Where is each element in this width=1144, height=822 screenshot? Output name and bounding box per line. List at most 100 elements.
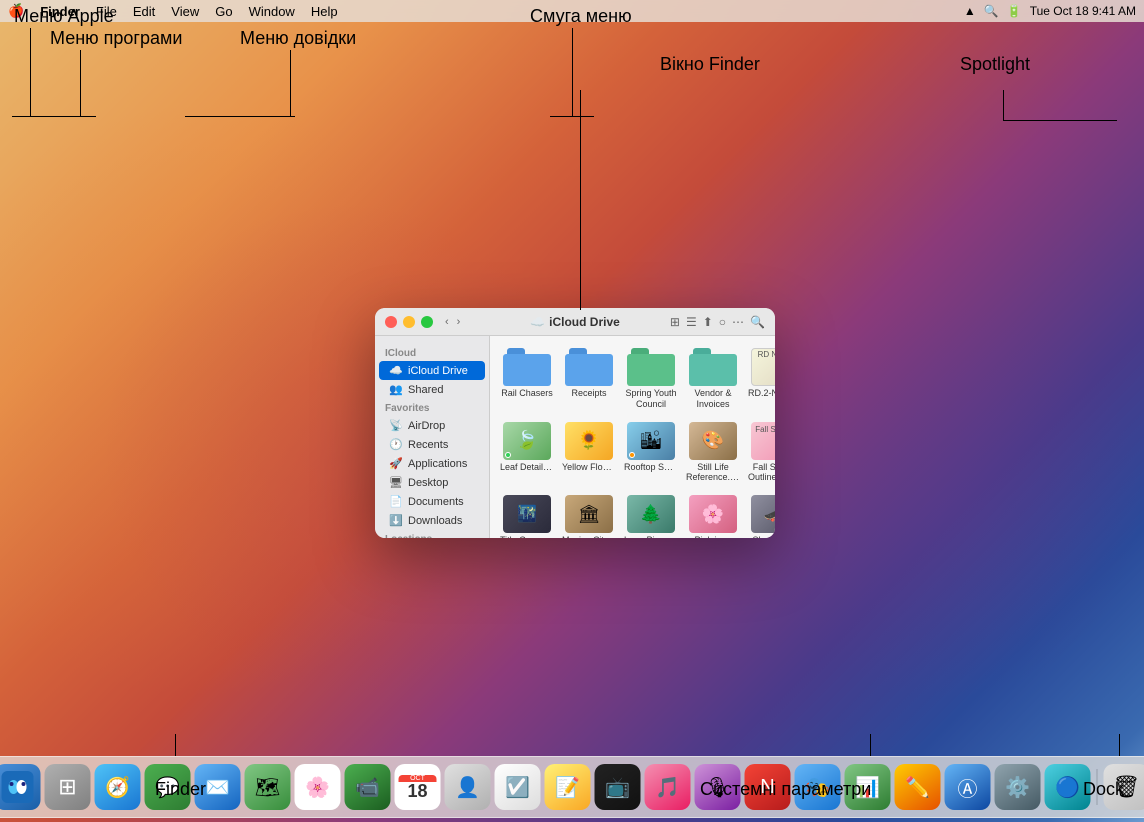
- recents-icon: 🕐: [389, 438, 403, 451]
- menu-go[interactable]: Go: [215, 4, 232, 19]
- documents-icon: 📄: [389, 495, 403, 508]
- maps-icon: 🗺: [255, 775, 280, 800]
- dock-item-pages[interactable]: ✏️: [895, 764, 941, 810]
- sidebar-item-airdrop[interactable]: 📡 AirDrop: [379, 416, 485, 435]
- sidebar-item-recents[interactable]: 🕐 Recents: [379, 435, 485, 454]
- dock-item-music[interactable]: 🎵: [645, 764, 691, 810]
- facetime-icon: 📹: [355, 775, 380, 800]
- sidebar-item-shared[interactable]: 👥 Shared: [379, 380, 485, 399]
- dock-item-reminders[interactable]: ☑️: [495, 764, 541, 810]
- notes-icon: 📝: [555, 775, 580, 800]
- action-button[interactable]: ⋯: [732, 315, 744, 329]
- annotation-finder: Finder: [155, 779, 206, 800]
- photos-icon: 🌸: [305, 775, 330, 800]
- wifi-icon[interactable]: ▲: [964, 4, 976, 18]
- file-item-yellow[interactable]: 🌻 Yellow Flower.jpg: [560, 418, 618, 488]
- sidebar-label-applications: Applications: [408, 458, 467, 470]
- datetime-display: Tue Oct 18 9:41 AM: [1030, 4, 1136, 18]
- menu-edit[interactable]: Edit: [133, 4, 155, 19]
- titlebar-right: ⊞ ☰ ⬆ ○ ⋯ 🔍: [670, 315, 765, 329]
- line-spotlight: [1003, 90, 1004, 120]
- file-item-receipts[interactable]: Receipts: [560, 344, 618, 414]
- dock-item-maps[interactable]: 🗺: [245, 764, 291, 810]
- dock-item-contacts[interactable]: 👤: [445, 764, 491, 810]
- finder-sidebar: iCloud ☁️ iCloud Drive 👥 Shared Favorite…: [375, 336, 490, 538]
- sidebar-item-icloud-drive[interactable]: ☁️ iCloud Drive: [379, 361, 485, 380]
- dock-item-photos[interactable]: 🌸: [295, 764, 341, 810]
- share-button[interactable]: ⬆: [703, 315, 713, 329]
- file-item-rd2notes[interactable]: RD Notes RD.2-Notes.jpg: [746, 344, 775, 414]
- dock-item-notes[interactable]: 📝: [545, 764, 591, 810]
- dock-item-finder[interactable]: [0, 764, 41, 810]
- line-finder-bottom: [175, 734, 176, 756]
- sidebar-label-recents: Recents: [408, 439, 448, 451]
- window-body: iCloud ☁️ iCloud Drive 👥 Shared Favorite…: [375, 336, 775, 538]
- file-item-leaf[interactable]: 🍃 Leaf Detail.jpg: [498, 418, 556, 488]
- filename-receipts: Receipts: [571, 388, 606, 399]
- traffic-lights: [385, 316, 433, 328]
- tag-button[interactable]: ○: [719, 315, 726, 329]
- sidebar-item-downloads[interactable]: ⬇️ Downloads: [379, 511, 485, 530]
- file-item-lonepine[interactable]: 🌲 Lone Pine.jpeg: [622, 491, 680, 538]
- file-item-titlecover[interactable]: 🌃 Title Cover.jpg: [498, 491, 556, 538]
- search-button[interactable]: 🔍: [750, 315, 765, 329]
- dock-item-system-preferences[interactable]: ⚙️: [995, 764, 1041, 810]
- finder-main-content: Rail Chasers Receipts Spring Youth Counc…: [490, 336, 775, 538]
- file-item-pink[interactable]: 🌸 Pink.jpeg: [684, 491, 742, 538]
- file-item-fallscents[interactable]: Fall Scents Fall Scents Outline.pages: [746, 418, 775, 488]
- filename-rd2notes: RD.2-Notes.jpg: [748, 388, 775, 399]
- annotation-apple-menu: Меню Apple: [14, 6, 114, 27]
- annotation-menu-bar: Смуга меню: [530, 6, 632, 27]
- spotlight-icon[interactable]: 🔍: [984, 4, 999, 18]
- contacts-icon: 👤: [455, 775, 480, 800]
- filename-titlecover: Title Cover.jpg: [500, 535, 554, 538]
- minimize-button[interactable]: [403, 316, 415, 328]
- calendar-icon: OCT 18: [399, 775, 437, 800]
- line-help-menu-h: [185, 116, 295, 117]
- line-apple-menu: [30, 28, 31, 116]
- sidebar-item-desktop[interactable]: 🖥 Desktop: [379, 473, 485, 492]
- annotation-app-menu: Меню програми: [50, 28, 182, 49]
- filename-pink: Pink.jpeg: [694, 535, 731, 538]
- battery-icon[interactable]: 🔋: [1007, 4, 1022, 18]
- file-item-mexico[interactable]: 🏛 Mexico City.jpeg: [560, 491, 618, 538]
- line-menu-bar-h: [550, 116, 594, 117]
- maximize-button[interactable]: [421, 316, 433, 328]
- dock-item-launchpad[interactable]: ⊞: [45, 764, 91, 810]
- sidebar-section-locations: Locations: [375, 530, 489, 538]
- dock-item-tv[interactable]: 📺: [595, 764, 641, 810]
- file-item-rail-chasers[interactable]: Rail Chasers: [498, 344, 556, 414]
- file-item-skater[interactable]: 🛹 Skater.jpeg: [746, 491, 775, 538]
- menu-window[interactable]: Window: [249, 4, 295, 19]
- filename-vendor: Vendor & Invoices: [686, 388, 740, 410]
- files-grid: Rail Chasers Receipts Spring Youth Counc…: [498, 344, 767, 538]
- filename-mexico: Mexico City.jpeg: [562, 535, 616, 538]
- window-titlebar: ‹ › ☁️ iCloud Drive ⊞ ☰ ⬆ ○ ⋯ 🔍: [375, 308, 775, 336]
- line-menu-bar: [572, 28, 573, 116]
- sidebar-item-documents[interactable]: 📄 Documents: [379, 492, 485, 511]
- file-item-spring[interactable]: Spring Youth Council: [622, 344, 680, 414]
- menu-help[interactable]: Help: [311, 4, 338, 19]
- dock-item-safari[interactable]: 🧭: [95, 764, 141, 810]
- close-button[interactable]: [385, 316, 397, 328]
- dock-item-calendar[interactable]: OCT 18: [395, 764, 441, 810]
- file-item-stilllife[interactable]: 🎨 Still Life Reference.jpg: [684, 418, 742, 488]
- back-button[interactable]: ‹: [445, 316, 449, 328]
- view-icon-grid[interactable]: ⊞: [670, 315, 680, 329]
- line-app-menu-h: [36, 116, 96, 117]
- launchpad-icon: ⊞: [58, 774, 76, 800]
- music-icon: 🎵: [655, 775, 680, 800]
- line-dock-bottom: [1119, 734, 1120, 756]
- sidebar-item-applications[interactable]: 🚀 Applications: [379, 454, 485, 473]
- view-icon-list[interactable]: ☰: [686, 315, 697, 329]
- dock-item-appstore[interactable]: Ⓐ: [945, 764, 991, 810]
- forward-button[interactable]: ›: [457, 316, 461, 328]
- filename-fallscents: Fall Scents Outline.pages: [748, 462, 775, 484]
- file-item-rooftop[interactable]: 🏙 Rooftop Shoot.jpg: [622, 418, 680, 488]
- filename-lonepine: Lone Pine.jpeg: [624, 535, 678, 538]
- shared-icon: 👥: [389, 383, 403, 396]
- window-title: ☁️ iCloud Drive: [530, 315, 620, 329]
- file-item-vendor[interactable]: Vendor & Invoices: [684, 344, 742, 414]
- dock-item-facetime[interactable]: 📹: [345, 764, 391, 810]
- menu-view[interactable]: View: [171, 4, 199, 19]
